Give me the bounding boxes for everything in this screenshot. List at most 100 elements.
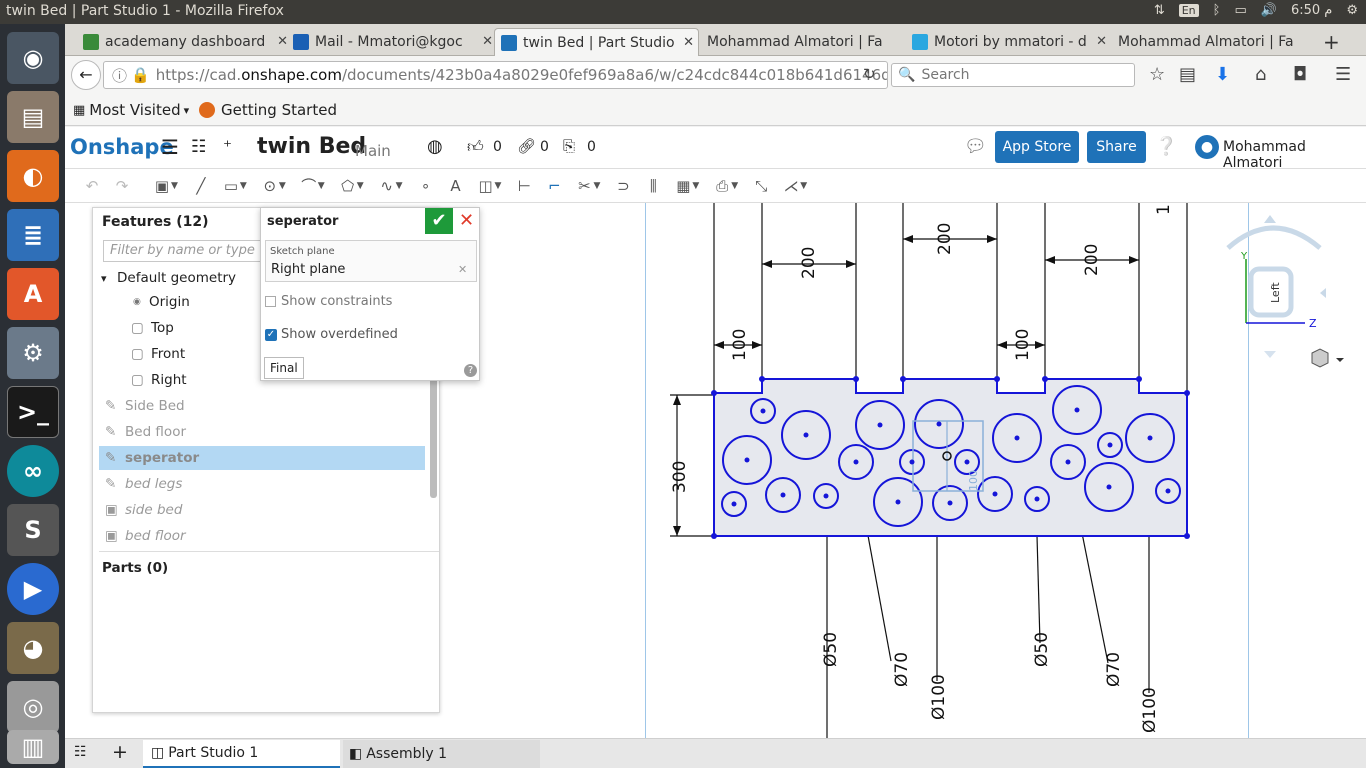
pocket-icon[interactable]: ◘ <box>1293 64 1307 85</box>
close-icon[interactable]: ✕ <box>683 35 694 50</box>
copy-icon[interactable]: ⎘ <box>563 137 575 155</box>
onshape-logo[interactable]: Onshape <box>70 135 174 159</box>
new-tab-button[interactable]: + <box>1323 28 1347 56</box>
bookmark-most-visited[interactable]: ▦ Most Visited ▾ <box>73 101 189 119</box>
files-icon[interactable]: ▤ <box>7 91 59 143</box>
camera-icon[interactable]: ◎ <box>7 681 59 733</box>
point-icon[interactable]: ∘ <box>411 177 441 195</box>
like-icon[interactable]: 👍︎ <box>467 137 484 157</box>
line-icon[interactable]: ╱ <box>186 177 216 195</box>
firefox-icon[interactable]: ◐ <box>7 150 59 202</box>
diameter-callout[interactable]: Ø70 <box>1104 652 1124 687</box>
clock[interactable]: 6:50 م <box>1291 3 1332 18</box>
dim-label[interactable]: 300 <box>670 461 690 493</box>
mirror-icon[interactable]: ⫼ <box>638 177 668 195</box>
tab-mohammad-1[interactable]: Mohammad Almatori | Fa <box>707 28 907 56</box>
checkbox[interactable] <box>265 296 276 307</box>
dim-label[interactable]: 100 <box>730 329 750 361</box>
feature-list-icon[interactable]: ☷ <box>191 137 206 157</box>
feature-bed-floor-extrude[interactable]: ▣ bed floor <box>105 525 186 547</box>
view-cube-face[interactable]: Left <box>1269 282 1282 303</box>
feature-side-bed[interactable]: ✎ Side Bed <box>105 395 185 417</box>
writer-icon[interactable]: ≣ <box>7 209 59 261</box>
chevron-down-icon[interactable]: ▼ <box>396 181 403 191</box>
show-constraints-toggle[interactable]: Show constraints <box>265 294 392 309</box>
feature-seperator[interactable]: ✎ seperator <box>99 446 425 470</box>
chevron-down-icon[interactable]: ▼ <box>495 181 502 191</box>
globe-icon[interactable]: ◍ <box>427 136 443 157</box>
cancel-x-button[interactable]: ✕ <box>459 210 474 231</box>
comment-icon[interactable]: 💬︎ <box>964 136 987 157</box>
insert-icon[interactable]: ⁺ <box>223 137 232 157</box>
chevron-down-icon[interactable]: ▼ <box>171 181 178 191</box>
tab-twin-bed[interactable]: twin Bed | Part Studio ✕ <box>494 28 699 56</box>
settings-icon[interactable]: ⚙ <box>7 327 59 379</box>
back-button[interactable]: ← <box>71 60 101 90</box>
chevron-down-icon[interactable]: ▼ <box>240 181 247 191</box>
app-store-button[interactable]: App Store <box>995 131 1079 163</box>
user-name[interactable]: Mohammad Almatori <box>1223 139 1366 171</box>
view-cube[interactable]: Left Y Z <box>1226 215 1344 368</box>
arduino-icon[interactable]: ∞ <box>7 445 59 497</box>
final-button[interactable]: Final <box>264 357 304 379</box>
bookmark-getting-started[interactable]: Getting Started <box>199 101 337 119</box>
reading-list-icon[interactable]: ▤ <box>1179 64 1196 85</box>
dim-label[interactable]: 1 <box>1154 204 1174 215</box>
battery-icon[interactable]: ▭ <box>1234 3 1246 18</box>
diameter-callout[interactable]: Ø100 <box>929 674 949 720</box>
chevron-down-icon[interactable]: ▼ <box>593 181 600 191</box>
bookmark-star-icon[interactable]: ☆ <box>1149 64 1165 85</box>
home-icon[interactable]: ⌂ <box>1255 64 1266 85</box>
terminal-icon[interactable]: >_ <box>7 386 59 438</box>
software-center-icon[interactable]: A <box>7 268 59 320</box>
avatar[interactable]: ● <box>1195 135 1219 159</box>
text-icon[interactable]: A <box>441 177 471 195</box>
add-tab-button[interactable]: + <box>112 741 128 763</box>
diameter-callout[interactable]: Ø50 <box>821 632 841 667</box>
tab-assembly-1[interactable]: ◧ Assembly 1 <box>343 740 540 768</box>
reload-icon[interactable]: ↻ <box>863 65 876 83</box>
parts-header[interactable]: Parts (0) <box>102 560 168 576</box>
tab-academany[interactable]: academany dashboard ✕ <box>83 28 288 56</box>
offset-icon[interactable]: ⊃ <box>608 177 638 195</box>
dim-label[interactable]: 200 <box>935 223 955 255</box>
ubuntu-dash-icon[interactable]: ◉ <box>7 32 59 84</box>
tab-manager-icon[interactable]: ☷ <box>74 744 87 760</box>
close-icon[interactable]: ✕ <box>482 34 493 49</box>
gimp-icon[interactable]: ◕ <box>7 622 59 674</box>
volume-icon[interactable]: 🔊 <box>1261 3 1277 18</box>
power-gear-icon[interactable]: ⚙ <box>1346 3 1358 18</box>
tab-mohammad-2[interactable]: Mohammad Almatori | Fa <box>1118 28 1313 56</box>
menu-icon[interactable]: ☰ <box>1335 64 1351 85</box>
feature-plane-top[interactable]: ▢ Top <box>131 317 174 339</box>
feature-plane-right[interactable]: ▢ Right <box>131 369 187 391</box>
dim-label[interactable]: 100 <box>1013 329 1033 361</box>
dim-label[interactable]: 200 <box>799 247 819 279</box>
chevron-down-icon[interactable]: ▼ <box>731 181 738 191</box>
fillet-icon[interactable]: ⌐ <box>539 177 569 195</box>
sketch-name-input[interactable]: seperator <box>267 214 338 229</box>
sketch-plane-field[interactable]: Sketch plane Right plane ✕ <box>265 240 477 282</box>
search-input[interactable]: 🔍 Search <box>891 63 1135 87</box>
accept-checkmark-button[interactable]: ✔ <box>425 208 453 234</box>
info-icon[interactable]: ⓘ <box>112 65 127 86</box>
show-overdefined-toggle[interactable]: ✓ Show overdefined <box>265 327 398 342</box>
feature-bed-legs[interactable]: ✎ bed legs <box>105 473 182 495</box>
diameter-callout[interactable]: Ø50 <box>1032 632 1052 667</box>
chevron-down-icon[interactable]: ▾ <box>101 272 117 285</box>
dimension-icon[interactable]: ⊢ <box>509 177 539 195</box>
feature-origin[interactable]: ◉ Origin <box>133 291 190 313</box>
clear-icon[interactable]: ✕ <box>458 263 467 276</box>
chevron-down-icon[interactable]: ▼ <box>800 181 807 191</box>
keyboard-layout[interactable]: En <box>1178 4 1199 17</box>
chevron-down-icon[interactable]: ▼ <box>692 181 699 191</box>
trash-icon[interactable]: ▥ <box>7 730 59 764</box>
tab-part-studio-1[interactable]: ◫ Part Studio 1 <box>143 740 340 768</box>
redo-icon[interactable]: ↷ <box>107 177 137 195</box>
help-icon[interactable]: ? <box>464 364 477 377</box>
document-title[interactable]: twin Bed <box>257 134 366 159</box>
feature-side-bed-extrude[interactable]: ▣ side bed <box>105 499 182 521</box>
close-icon[interactable]: ✕ <box>1096 34 1107 49</box>
hamburger-menu-icon[interactable]: ☰ <box>161 135 179 159</box>
help-icon[interactable]: ❔ <box>1155 136 1177 157</box>
